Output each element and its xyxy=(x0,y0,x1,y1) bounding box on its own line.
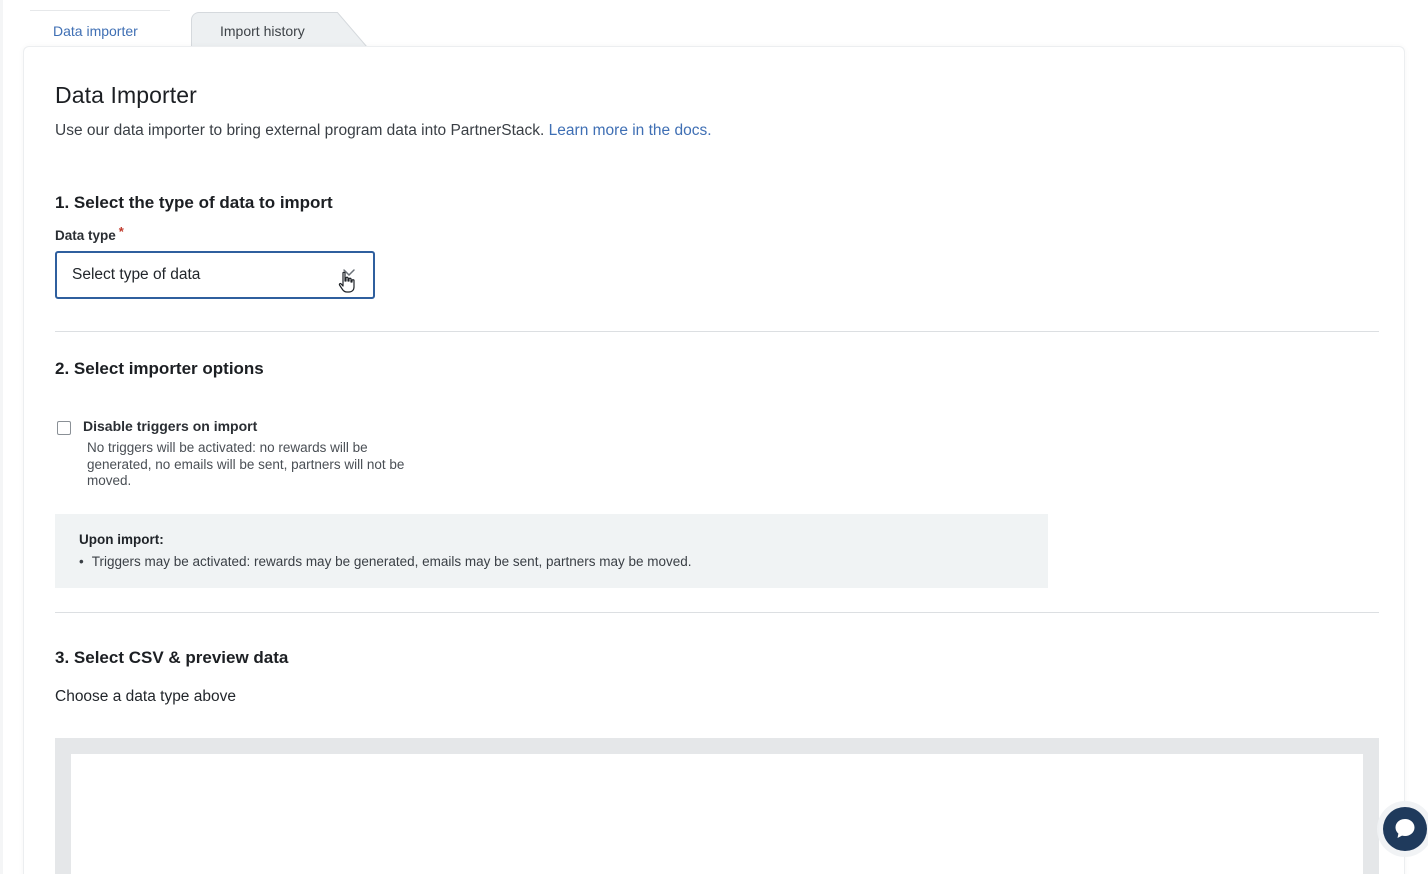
disable-triggers-description: No triggers will be activated: no reward… xyxy=(87,440,405,488)
disable-triggers-checkbox[interactable] xyxy=(57,421,71,435)
data-type-select-value: Select type of data xyxy=(72,266,201,283)
hand-pointer-icon xyxy=(338,271,355,293)
docs-link[interactable]: Learn more in the docs. xyxy=(549,122,712,139)
tab-import-history[interactable]: Import history xyxy=(191,12,367,47)
data-type-label: Data type * xyxy=(55,224,124,243)
section-1-heading: 1. Select the type of data to import xyxy=(55,193,333,212)
subtitle-text: Use our data importer to bring external … xyxy=(55,122,545,139)
info-title: Upon import: xyxy=(79,532,164,547)
section-2-heading: 2. Select importer options xyxy=(55,359,264,378)
csv-preview-panel xyxy=(71,754,1363,874)
section-3-heading: 3. Select CSV & preview data xyxy=(55,648,289,667)
tab-bar: Data importer Import history xyxy=(0,0,1428,47)
data-type-label-text: Data type xyxy=(55,228,116,243)
disable-triggers-label[interactable]: Disable triggers on import xyxy=(83,418,257,434)
info-bullet-text: Triggers may be activated: rewards may b… xyxy=(91,554,692,569)
data-type-select[interactable]: Select type of data xyxy=(55,251,375,299)
page-subtitle: Use our data importer to bring external … xyxy=(55,122,712,140)
left-edge-shadow xyxy=(0,0,3,874)
required-marker: * xyxy=(118,224,124,239)
page: Data importer Import history Data Import… xyxy=(0,0,1428,874)
tab-data-importer[interactable]: Data importer xyxy=(30,10,170,46)
chat-bubble-icon xyxy=(1395,819,1415,838)
choose-data-type-hint: Choose a data type above xyxy=(55,688,236,705)
section-divider xyxy=(55,612,1379,613)
info-bullet: • Triggers may be activated: rewards may … xyxy=(79,554,692,569)
chat-button[interactable] xyxy=(1383,807,1427,851)
page-title: Data Importer xyxy=(55,82,197,108)
import-info-box: Upon import: • Triggers may be activated:… xyxy=(55,514,1048,588)
csv-preview-area xyxy=(55,738,1379,874)
bullet-icon: • xyxy=(79,554,84,569)
section-divider xyxy=(55,331,1379,332)
